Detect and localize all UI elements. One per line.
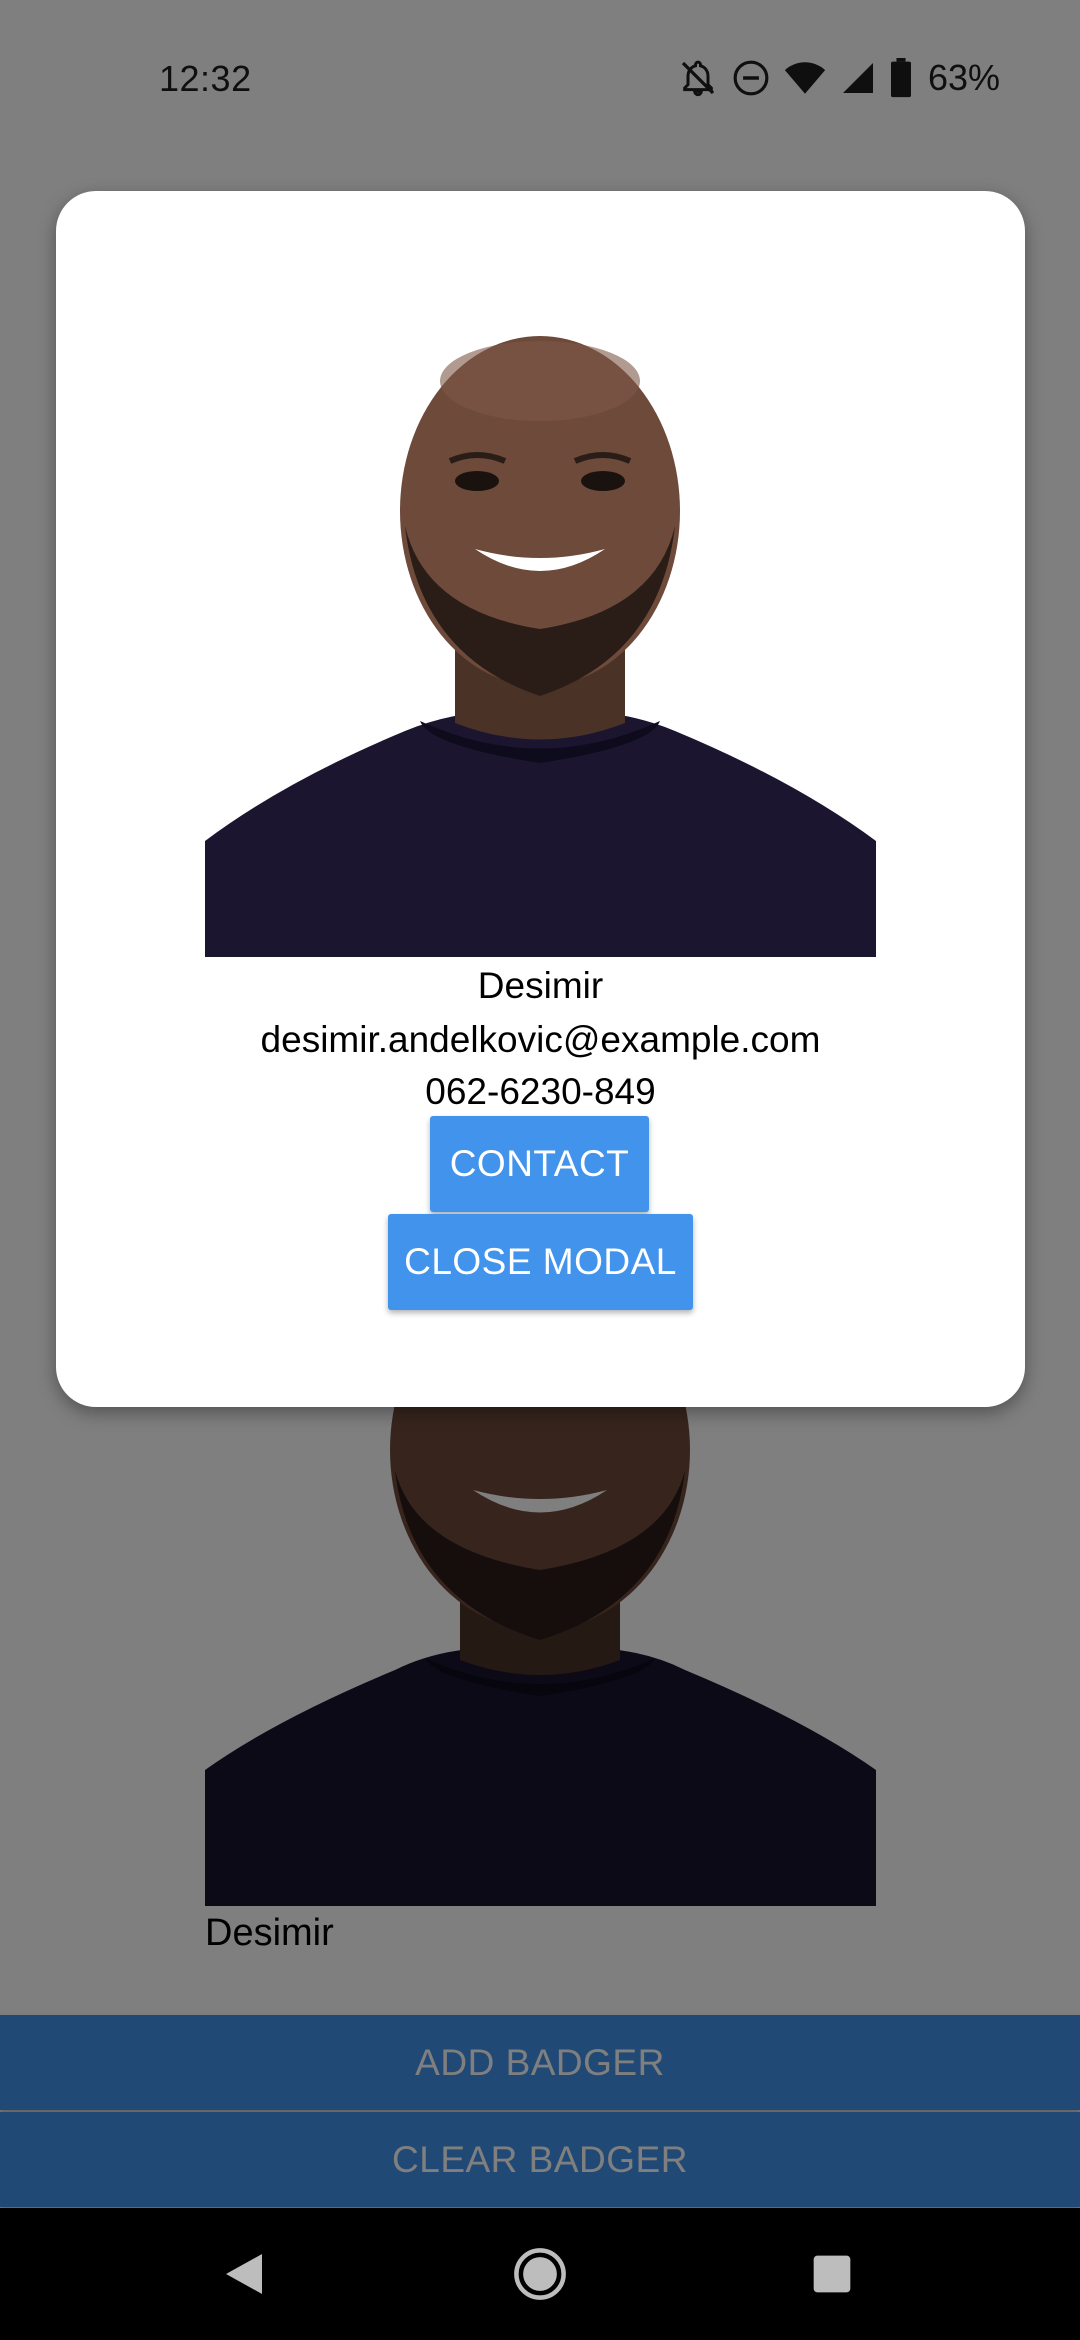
home-icon[interactable] xyxy=(474,2208,606,2340)
contact-modal: Desimir desimir.andelkovic@example.com 0… xyxy=(56,191,1025,1407)
recents-icon[interactable] xyxy=(766,2208,898,2340)
contact-email: desimir.andelkovic@example.com xyxy=(260,1019,821,1060)
contact-phone: 062-6230-849 xyxy=(425,1071,656,1112)
contact-name: Desimir xyxy=(477,965,604,1006)
back-icon[interactable] xyxy=(178,2208,310,2340)
system-nav-bar xyxy=(0,2208,1080,2340)
close-modal-button[interactable]: CLOSE MODAL xyxy=(388,1214,693,1310)
modal-photo xyxy=(205,311,876,957)
contact-button[interactable]: CONTACT xyxy=(430,1116,649,1212)
